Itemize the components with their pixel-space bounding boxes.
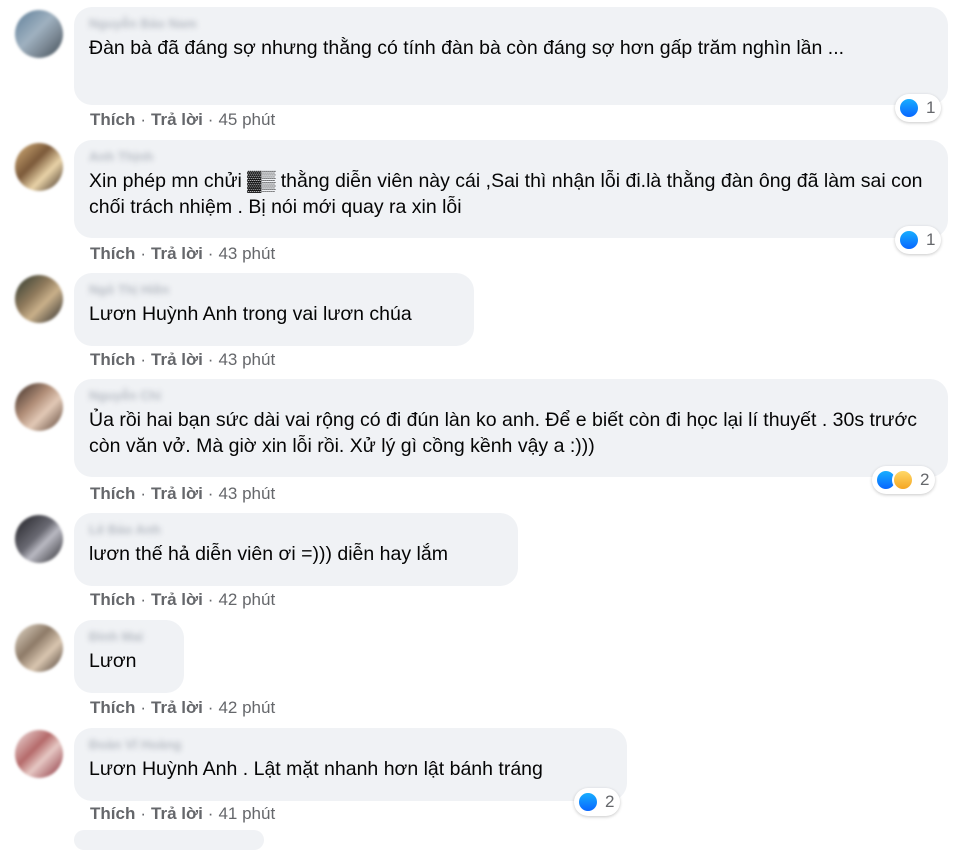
like-button[interactable]: Thích bbox=[90, 484, 135, 503]
separator: · bbox=[207, 698, 214, 717]
comment-bubble: Đinh Mai Lươn bbox=[74, 620, 184, 693]
comment-text: Đàn bà đã đáng sợ nhưng thằng có tính đà… bbox=[89, 37, 845, 59]
separator: · bbox=[140, 110, 147, 129]
separator: · bbox=[207, 590, 214, 609]
comment-bubble: Đoàn Vĩ Hoàng Lươn Huỳnh Anh . Lật mặt n… bbox=[74, 728, 627, 801]
comment-actions: Thích · Trả lời · 41 phút bbox=[90, 804, 275, 824]
reaction-count: 2 bbox=[605, 792, 615, 811]
reply-button[interactable]: Trả lời bbox=[151, 110, 203, 129]
avatar[interactable] bbox=[15, 624, 63, 672]
separator: · bbox=[140, 244, 147, 263]
reaction-count: 2 bbox=[920, 470, 930, 489]
comment-author[interactable]: Lê Bảo Anh bbox=[89, 521, 161, 539]
avatar[interactable] bbox=[15, 10, 63, 58]
comment-author[interactable]: Đoàn Vĩ Hoàng bbox=[89, 736, 181, 754]
comment-bubble: Ngô Thị Hiền Lươn Huỳnh Anh trong vai lư… bbox=[74, 273, 474, 346]
separator: · bbox=[140, 804, 147, 823]
separator: · bbox=[140, 698, 147, 717]
comment-author[interactable]: Anh Thịnh bbox=[89, 148, 153, 166]
reaction-summary[interactable]: 2 bbox=[872, 466, 936, 494]
separator: · bbox=[207, 804, 214, 823]
like-icon bbox=[898, 229, 920, 251]
comment-author[interactable]: Ngô Thị Hiền bbox=[89, 281, 169, 299]
reply-button[interactable]: Trả lời bbox=[151, 804, 203, 823]
comment-bubble: Anh Thịnh Xin phép mn chửi ▓▒ thằng diễn… bbox=[74, 140, 948, 238]
like-button[interactable]: Thích bbox=[90, 244, 135, 263]
reaction-count: 1 bbox=[926, 230, 936, 249]
separator: · bbox=[207, 244, 214, 263]
comment-actions: Thích · Trả lời · 42 phút bbox=[90, 590, 275, 610]
separator: · bbox=[140, 484, 147, 503]
reply-button[interactable]: Trả lời bbox=[151, 590, 203, 609]
comment-actions: Thích · Trả lời · 42 phút bbox=[90, 698, 275, 718]
comment-bubble: Lê Bảo Anh lươn thế hả diễn viên ơi =)))… bbox=[74, 513, 518, 586]
separator: · bbox=[207, 350, 214, 369]
next-comment-bubble bbox=[74, 830, 264, 850]
reaction-summary[interactable]: 1 bbox=[895, 226, 942, 254]
avatar[interactable] bbox=[15, 730, 63, 778]
reply-button[interactable]: Trả lời bbox=[151, 350, 203, 369]
like-icon bbox=[898, 97, 920, 119]
like-button[interactable]: Thích bbox=[90, 698, 135, 717]
avatar[interactable] bbox=[15, 275, 63, 323]
comment-timestamp[interactable]: 45 phút bbox=[218, 110, 275, 129]
reply-button[interactable]: Trả lời bbox=[151, 244, 203, 263]
comment-actions: Thích · Trả lời · 43 phút bbox=[90, 350, 275, 370]
separator: · bbox=[207, 110, 214, 129]
comment-actions: Thích · Trả lời · 43 phút bbox=[90, 484, 275, 504]
comment-timestamp[interactable]: 43 phút bbox=[218, 350, 275, 369]
comment-actions: Thích · Trả lời · 43 phút bbox=[90, 244, 275, 264]
avatar[interactable] bbox=[15, 383, 63, 431]
like-button[interactable]: Thích bbox=[90, 590, 135, 609]
separator: · bbox=[140, 590, 147, 609]
separator: · bbox=[207, 484, 214, 503]
comment-text: Lươn bbox=[89, 650, 137, 672]
separator: · bbox=[140, 350, 147, 369]
comment-bubble: Nguyễn Chi Ủa rồi hai bạn sức dài vai rộ… bbox=[74, 379, 948, 477]
reply-button[interactable]: Trả lời bbox=[151, 484, 203, 503]
comment-text: Lươn Huỳnh Anh trong vai lươn chúa bbox=[89, 303, 412, 325]
like-button[interactable]: Thích bbox=[90, 350, 135, 369]
comment-author[interactable]: Nguyễn Chi bbox=[89, 387, 161, 405]
comment-text: Ủa rồi hai bạn sức dài vai rộng có đi đú… bbox=[89, 409, 923, 457]
like-button[interactable]: Thích bbox=[90, 110, 135, 129]
avatar[interactable] bbox=[15, 515, 63, 563]
comment-actions: Thích · Trả lời · 45 phút bbox=[90, 110, 275, 130]
reaction-summary[interactable]: 2 bbox=[574, 788, 621, 816]
comment-timestamp[interactable]: 41 phút bbox=[218, 804, 275, 823]
comment-timestamp[interactable]: 42 phút bbox=[218, 698, 275, 717]
avatar[interactable] bbox=[15, 143, 63, 191]
reply-button[interactable]: Trả lời bbox=[151, 698, 203, 717]
comment-author[interactable]: Đinh Mai bbox=[89, 628, 143, 646]
comment-text: Lươn Huỳnh Anh . Lật mặt nhanh hơn lật b… bbox=[89, 758, 543, 780]
reaction-count: 1 bbox=[926, 98, 936, 117]
comment-timestamp[interactable]: 43 phút bbox=[218, 484, 275, 503]
comment-timestamp[interactable]: 43 phút bbox=[218, 244, 275, 263]
like-button[interactable]: Thích bbox=[90, 804, 135, 823]
haha-icon bbox=[892, 469, 914, 491]
comment-timestamp[interactable]: 42 phút bbox=[218, 590, 275, 609]
comment-text: Xin phép mn chửi ▓▒ thằng diễn viên này … bbox=[89, 170, 928, 218]
comment-bubble: Nguyễn Bảo Nam Đàn bà đã đáng sợ nhưng t… bbox=[74, 7, 948, 105]
comment-text: lươn thế hả diễn viên ơi =))) diễn hay l… bbox=[89, 543, 448, 565]
comment-author[interactable]: Nguyễn Bảo Nam bbox=[89, 15, 197, 33]
reaction-summary[interactable]: 1 bbox=[895, 94, 942, 122]
like-icon bbox=[577, 791, 599, 813]
